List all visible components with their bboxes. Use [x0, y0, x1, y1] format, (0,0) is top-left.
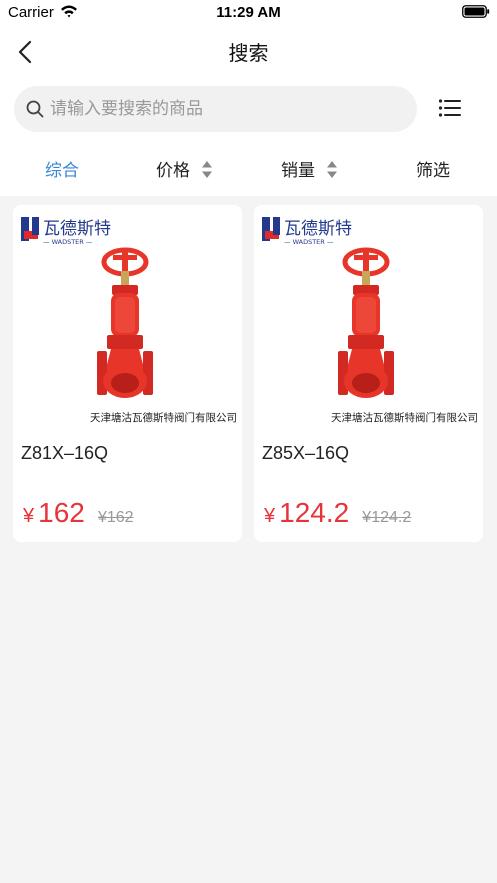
currency-symbol: ¥ — [23, 505, 35, 527]
search-bar[interactable] — [14, 86, 417, 132]
svg-text:— WADSTER —: — WADSTER — — [43, 238, 93, 246]
product-image: 瓦德斯特 — WADSTER — 天津塘沽瓦德斯特阀门有限公司 — [15, 207, 240, 432]
svg-text:瓦德斯特: 瓦德斯特 — [43, 219, 111, 239]
product-image: 瓦德斯特 — WADSTER — 天津塘沽瓦德斯特阀门有限公司 — [256, 207, 481, 432]
battery-icon — [462, 5, 490, 18]
price-value: 162 — [38, 497, 85, 528]
currency-symbol: ¥ — [264, 505, 276, 527]
sort-arrows-icon — [327, 161, 337, 178]
price-row: ¥162 ¥162 — [23, 497, 134, 529]
product-name: Z85X–16Q — [262, 443, 350, 463]
company-name: 天津塘沽瓦德斯特阀门有限公司 — [331, 411, 478, 424]
search-input[interactable] — [50, 86, 405, 132]
svg-text:— WADSTER —: — WADSTER — — [284, 238, 334, 246]
filter-label: 综合 — [45, 161, 79, 181]
price-row: ¥124.2 ¥124.2 — [264, 497, 411, 529]
clock: 11:29 AM — [216, 4, 281, 21]
filter-label: 销量 — [281, 161, 315, 181]
product-name: Z81X–16Q — [21, 443, 109, 463]
product-card[interactable]: 瓦德斯特 — WADSTER — 天津塘沽瓦德斯特阀门有限公司 Z85X–16Q… — [254, 205, 483, 542]
page-title: 搜索 — [228, 41, 269, 65]
filter-tab-comprehensive[interactable]: 综合 — [45, 156, 85, 182]
company-name: 天津塘沽瓦德斯特阀门有限公司 — [90, 411, 237, 424]
price-value: 124.2 — [279, 497, 350, 528]
svg-text:瓦德斯特: 瓦德斯特 — [284, 219, 352, 239]
original-price: ¥124.2 — [362, 509, 412, 526]
current-price: ¥124.2 — [264, 497, 349, 529]
filter-tab-sales[interactable]: 销量 — [281, 156, 341, 182]
list-menu-icon[interactable] — [438, 98, 462, 118]
filter-tab-price[interactable]: 价格 — [156, 156, 216, 182]
filter-tab-filter[interactable]: 筛选 — [416, 156, 456, 182]
original-price: ¥162 — [97, 509, 134, 526]
search-icon — [26, 100, 44, 118]
current-price: ¥162 — [23, 497, 85, 529]
filter-label: 筛选 — [416, 161, 450, 181]
status-bar: Carrier 11:29 AM — [0, 0, 497, 26]
product-card[interactable]: 瓦德斯特 — WADSTER — 天津塘沽瓦德斯特阀门有限公司 Z81X–16Q… — [13, 205, 242, 542]
sort-arrows-icon — [202, 161, 212, 178]
filter-label: 价格 — [156, 161, 190, 181]
